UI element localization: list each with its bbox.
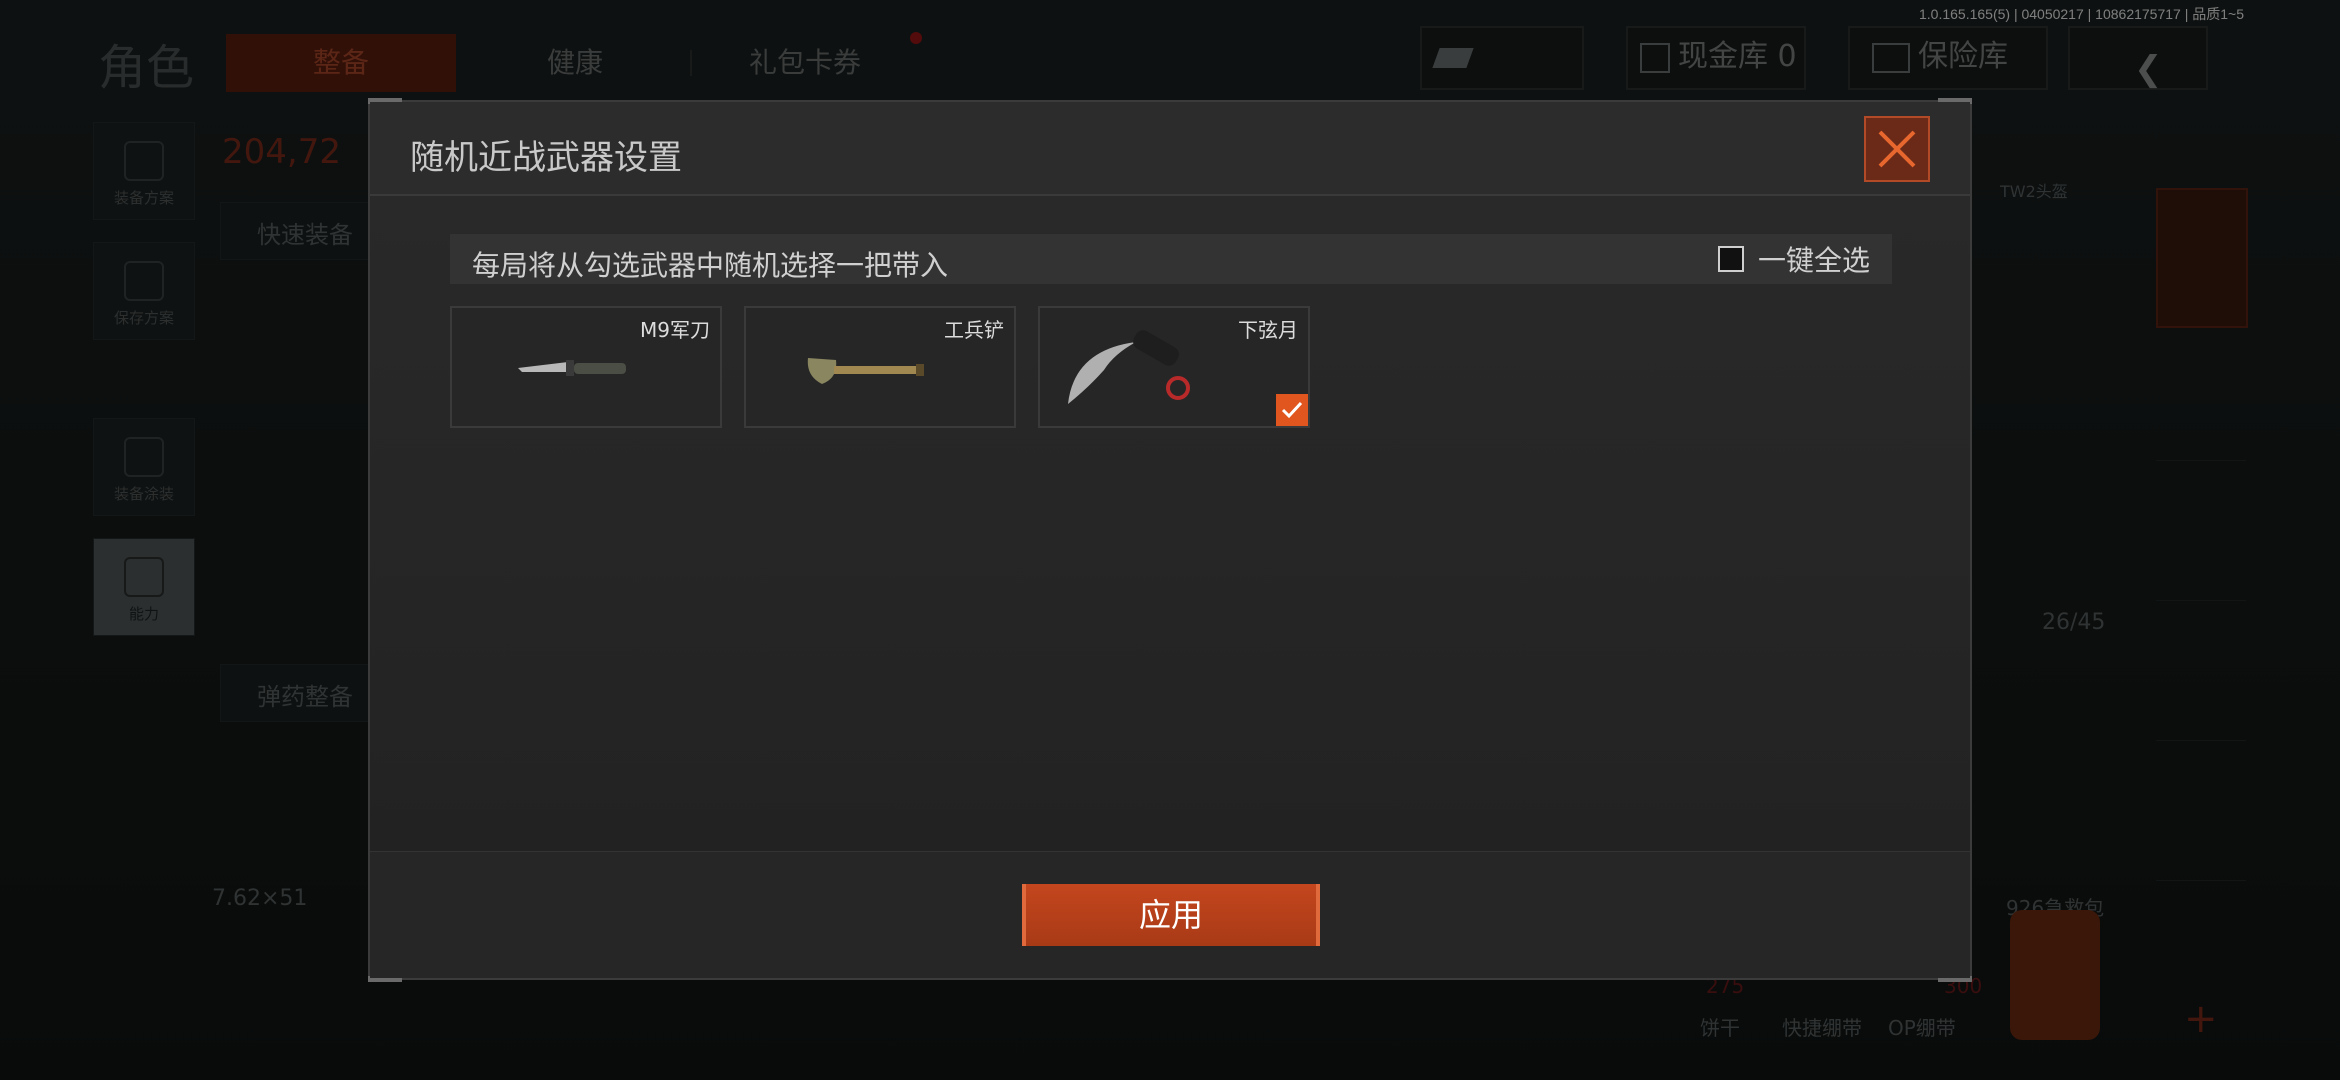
apply-button[interactable]: 应用 [1022,884,1320,946]
random-melee-dialog: 随机近战武器设置 每局将从勾选武器中随机选择一把带入 一键全选 M9军刀 工兵铲… [368,98,1972,982]
info-bar: 每局将从勾选武器中随机选择一把带入 一键全选 [450,234,1892,284]
close-icon [1878,130,1916,168]
weapon-card-karambit[interactable]: 下弦月 [1038,306,1310,428]
select-all-label: 一键全选 [1757,244,1870,277]
dialog-title: 随机近战武器设置 [410,138,682,178]
select-all-checkbox[interactable] [1717,246,1744,272]
select-all-toggle[interactable]: 一键全选 [1717,243,1870,277]
weapon-name: 工兵铲 [944,318,1004,342]
weapon-name: M9军刀 [640,318,710,342]
close-button[interactable] [1864,116,1930,182]
info-text: 每局将从勾选武器中随机选择一把带入 [472,249,949,282]
checkmark-icon [1281,401,1303,419]
selected-check-badge [1276,394,1308,426]
dialog-header: 随机近战武器设置 [370,102,1970,196]
weapon-card-m9[interactable]: M9军刀 [450,306,722,428]
weapon-name: 下弦月 [1238,318,1298,342]
weapon-card-shovel[interactable]: 工兵铲 [744,306,1016,428]
